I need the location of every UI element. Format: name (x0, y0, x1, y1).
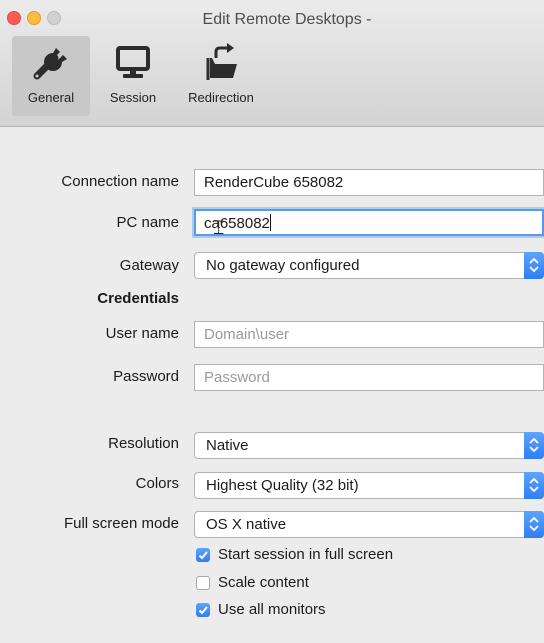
checkmark-icon (196, 548, 210, 562)
scale-content-label: Scale content (218, 574, 309, 591)
colors-value: Highest Quality (32 bit) (206, 477, 359, 494)
start-full-screen-label: Start session in full screen (218, 546, 394, 563)
gateway-label: Gateway (119, 257, 179, 274)
colors-select[interactable]: Highest Quality (32 bit) (194, 472, 544, 499)
password-label: Password (113, 368, 179, 385)
full-screen-mode-select[interactable]: OS X native (194, 511, 544, 538)
tab-redirection[interactable]: Redirection (180, 36, 262, 116)
checkmark-icon (196, 603, 210, 617)
text-caret (269, 214, 271, 231)
window-titlebar: Edit Remote Desktops - General Session R… (0, 0, 544, 127)
gateway-select[interactable]: No gateway configured (194, 252, 544, 279)
connection-name-field[interactable]: RenderCube 658082 (194, 169, 544, 196)
full-screen-mode-value: OS X native (206, 516, 287, 533)
monitor-icon (116, 46, 150, 78)
gateway-value: No gateway configured (206, 257, 360, 274)
resolution-value: Native (206, 437, 249, 454)
chevron-updown-icon (524, 472, 544, 499)
resolution-label: Resolution (108, 435, 179, 452)
chevron-updown-icon (524, 252, 544, 279)
user-name-label: User name (105, 325, 179, 342)
tab-general-label: General (27, 90, 75, 105)
colors-label: Colors (135, 475, 179, 492)
chevron-updown-icon (524, 432, 544, 459)
connection-name-label: Connection name (61, 173, 179, 190)
user-name-field[interactable]: Domain\user (194, 321, 544, 348)
pc-name-label: PC name (116, 214, 179, 231)
resolution-select[interactable]: Native (194, 432, 544, 459)
tab-redirection-label: Redirection (188, 90, 254, 105)
wrench-icon (33, 48, 67, 80)
tab-session-label: Session (109, 90, 157, 105)
tab-general[interactable]: General (12, 36, 90, 116)
folder-export-icon (206, 43, 237, 80)
password-field[interactable]: Password (194, 364, 544, 391)
credentials-heading: Credentials (97, 290, 179, 307)
pc-name-field[interactable]: ca658082 (194, 209, 544, 236)
checkbox-box (196, 576, 210, 590)
window-title: Edit Remote Desktops - (202, 11, 372, 28)
tab-session[interactable]: Session (100, 36, 166, 116)
chevron-updown-icon (524, 511, 544, 538)
full-screen-mode-label: Full screen mode (63, 515, 179, 532)
ibeam-cursor-icon: ⌶ (213, 218, 225, 239)
use-all-monitors-label: Use all monitors (218, 601, 326, 618)
